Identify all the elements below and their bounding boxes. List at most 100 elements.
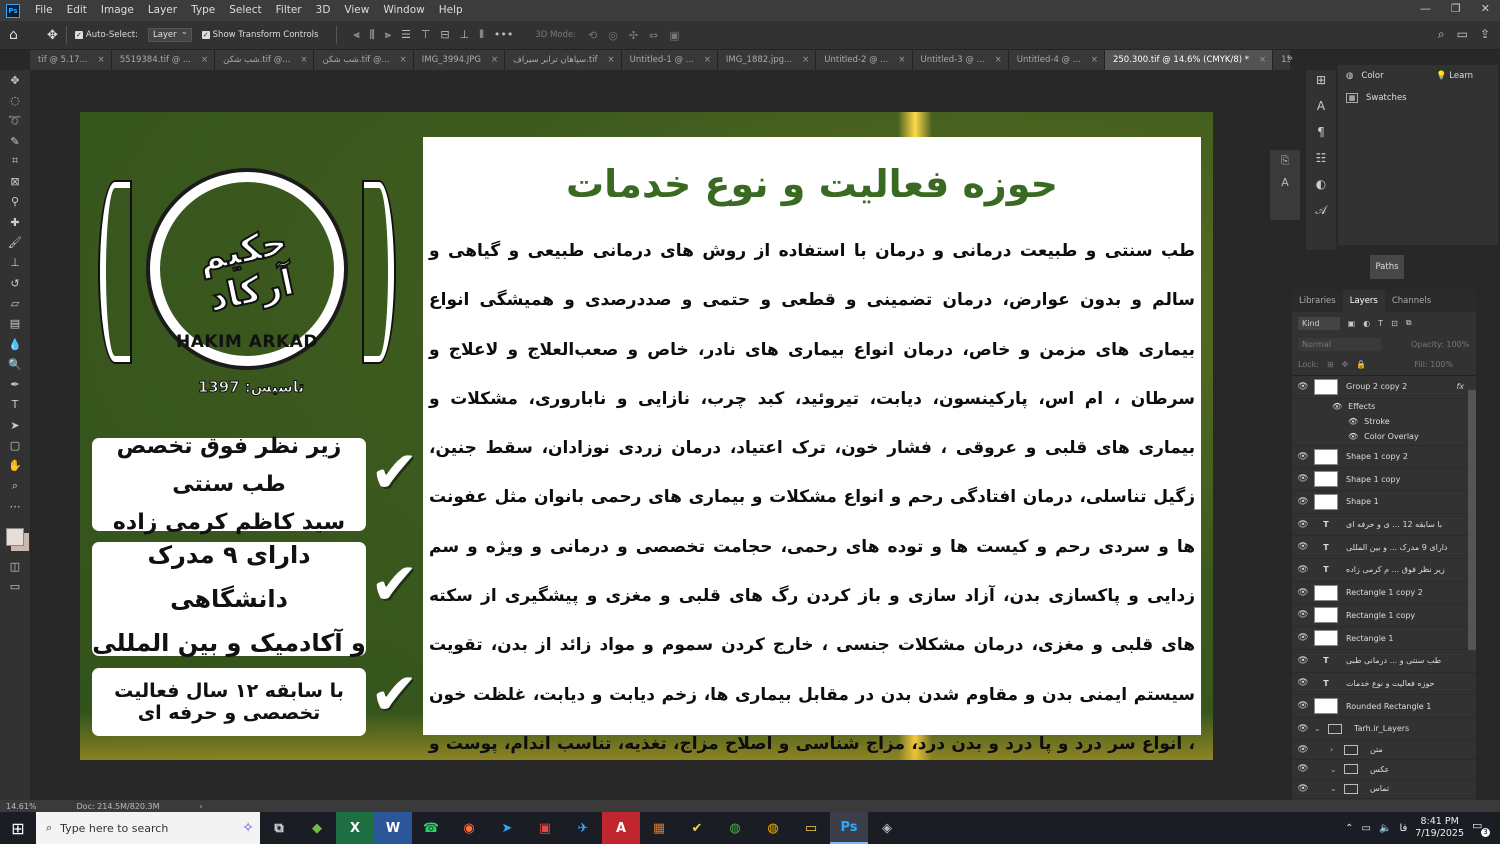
layer-row[interactable]: 👁 T با سابقه 12 ... ی و حرفه ای <box>1292 514 1476 537</box>
quick-select-tool-icon[interactable]: ✎ <box>0 131 30 151</box>
edit-toolbar-icon[interactable]: ⋯ <box>0 496 30 516</box>
layer-group-row[interactable]: 👁 ⌄ Tarh.ir_Layers <box>1292 718 1476 741</box>
close-icon[interactable]: × <box>1091 50 1098 70</box>
lock-all-icon[interactable]: 🔒 <box>1356 360 1366 369</box>
close-icon[interactable]: × <box>898 50 905 70</box>
search-icon[interactable]: ⌕ <box>1438 27 1445 42</box>
close-icon[interactable]: × <box>802 50 809 70</box>
align-center-icon[interactable]: ⫼ <box>370 28 375 42</box>
layer-group-row[interactable]: 👁 › متن <box>1292 741 1476 761</box>
doc-tab[interactable]: Untitled-4 @ ... × <box>1008 50 1105 70</box>
layer-row[interactable]: 👁 Group 2 copy 2 fx <box>1292 376 1476 399</box>
3d-scale-icon[interactable]: ▣ <box>669 29 679 42</box>
menu-filter[interactable]: Filter <box>269 0 309 21</box>
doc-tab[interactable]: شب شکن.tif @... × <box>314 50 414 70</box>
eye-icon[interactable]: 👁 <box>1348 417 1358 426</box>
taskbar-search[interactable]: ⌕ Type here to search ✧ <box>36 812 260 844</box>
gradient-tool-icon[interactable]: ▤ <box>0 314 30 334</box>
close-icon[interactable]: × <box>300 50 307 70</box>
close-icon[interactable]: × <box>491 50 498 70</box>
visibility-eye-icon[interactable]: 👁 <box>1292 520 1314 530</box>
layer-row[interactable]: 👁 Shape 1 copy <box>1292 468 1476 492</box>
layer-row[interactable]: 👁 Rounded Rectangle 1 <box>1292 695 1476 718</box>
shape-tool-icon[interactable]: ▢ <box>0 435 30 455</box>
glyphs-icon[interactable]: 𝒜 <box>1315 200 1326 220</box>
visibility-eye-icon[interactable]: 👁 <box>1292 724 1314 734</box>
auto-select-checkbox[interactable]: ✓ Auto-Select: <box>74 30 138 40</box>
paths-panel-tab[interactable]: Paths <box>1370 255 1404 279</box>
visibility-eye-icon[interactable]: 👁 <box>1292 382 1314 392</box>
close-icon[interactable]: × <box>1259 50 1266 70</box>
app-icon[interactable]: ✔ <box>678 812 716 844</box>
distribute-icon[interactable]: ☰ <box>401 28 411 42</box>
screen-mode-icon[interactable]: ▭ <box>0 577 30 597</box>
menu-3d[interactable]: 3D <box>309 0 338 21</box>
fx-icon[interactable]: fx <box>1456 382 1464 391</box>
chevron-right-icon[interactable]: › <box>1330 745 1340 754</box>
dodge-tool-icon[interactable]: 🔍 <box>0 354 30 374</box>
tab-channels[interactable]: Channels <box>1385 290 1438 312</box>
visibility-eye-icon[interactable]: 👁 <box>1292 784 1314 794</box>
share-icon[interactable]: ⇪ <box>1480 27 1490 42</box>
tab-libraries[interactable]: Libraries <box>1292 290 1343 312</box>
path-select-tool-icon[interactable]: ➤ <box>0 415 30 435</box>
photoshop-icon[interactable]: Ps <box>830 812 868 844</box>
doc-tab[interactable]: IMG_1882.jpg... × <box>717 50 817 70</box>
layer-row[interactable]: 👁 T طب سنتی و ... درمانی طبی <box>1292 650 1476 673</box>
frame-tool-icon[interactable]: ⊠ <box>0 171 30 191</box>
3d-slide-icon[interactable]: ⇔ <box>649 29 658 42</box>
doc-tab[interactable]: سپاهان ترابر سیراف.tif × <box>505 50 622 70</box>
layers-scrollbar[interactable] <box>1468 390 1476 650</box>
home-icon[interactable]: ⌂ <box>9 27 33 43</box>
close-icon[interactable]: × <box>995 50 1002 70</box>
layer-row[interactable]: 👁 T زیر نظر فوق ... م کرمی زاده <box>1292 559 1476 582</box>
marquee-tool-icon[interactable]: ◌ <box>0 90 30 110</box>
menu-file[interactable]: File <box>28 0 60 21</box>
file-explorer-icon[interactable]: ▭ <box>792 812 830 844</box>
3d-roll-icon[interactable]: ◎ <box>608 29 618 42</box>
menu-layer[interactable]: Layer <box>141 0 184 21</box>
eye-icon[interactable]: 👁 <box>1332 402 1342 411</box>
layer-row[interactable]: 👁 Rectangle 1 <box>1292 627 1476 650</box>
visibility-eye-icon[interactable]: 👁 <box>1292 542 1314 552</box>
filter-shape-icon[interactable]: ⊡ <box>1391 319 1398 328</box>
align-left-icon[interactable]: ⫷ <box>353 28 359 42</box>
menu-select[interactable]: Select <box>222 0 268 21</box>
doc-tab[interactable]: IMG_3994.JPG × <box>413 50 506 70</box>
clone-stamp-tool-icon[interactable]: ⊥ <box>0 253 30 273</box>
layer-row[interactable]: 👁 Shape 1 <box>1292 491 1476 514</box>
history-icon[interactable]: ⎘ <box>1270 150 1300 172</box>
tabs-overflow-icon[interactable]: » <box>1287 53 1293 64</box>
visibility-eye-icon[interactable]: 👁 <box>1292 452 1314 462</box>
layer-kind-filter[interactable]: Kind <box>1298 316 1340 330</box>
visibility-eye-icon[interactable]: 👁 <box>1292 656 1314 666</box>
doc-tab[interactable]: شب شکن.tif @... × <box>215 50 315 70</box>
healing-brush-tool-icon[interactable]: ✚ <box>0 212 30 232</box>
app-icon[interactable]: ✈ <box>564 812 602 844</box>
windows-start-icon[interactable]: ⊞ <box>0 819 36 838</box>
volume-icon[interactable]: 🔈 <box>1379 823 1391 834</box>
filter-adjust-icon[interactable]: ◐ <box>1363 319 1370 328</box>
distribute-vertical-icon[interactable]: ⫴ <box>479 28 484 42</box>
minimize-button[interactable]: — <box>1420 0 1431 18</box>
3d-orbit-icon[interactable]: ⟲ <box>588 29 597 42</box>
character-icon[interactable]: A <box>1317 96 1325 116</box>
doc-tab[interactable]: tif @ 5.17... × <box>30 50 112 70</box>
lasso-tool-icon[interactable]: ➰ <box>0 111 30 131</box>
type-tool-icon[interactable]: T <box>0 395 30 415</box>
crop-tool-icon[interactable]: ⌗ <box>0 151 30 171</box>
zoom-tool-icon[interactable]: ⌕ <box>0 476 30 496</box>
layer-row[interactable]: 👁 Rectangle 1 copy <box>1292 605 1476 628</box>
firefox-icon[interactable]: ◉ <box>450 812 488 844</box>
layer-row[interactable]: 👁 T دارای 9 مدرک ... و بین المللی <box>1292 536 1476 560</box>
layer-row[interactable]: 👁 Rectangle 1 copy 2 <box>1292 582 1476 605</box>
visibility-eye-icon[interactable]: 👁 <box>1292 745 1314 755</box>
visibility-eye-icon[interactable]: 👁 <box>1292 678 1314 688</box>
align-right-icon[interactable]: ⫸ <box>385 28 391 42</box>
visibility-eye-icon[interactable]: 👁 <box>1292 701 1314 711</box>
photoshop-logo-icon[interactable]: Ps <box>6 3 20 18</box>
adjustments-icon[interactable]: ☷ <box>1316 148 1327 168</box>
close-icon[interactable]: × <box>201 50 208 70</box>
visibility-eye-icon[interactable]: 👁 <box>1292 633 1314 643</box>
layer-effect-row[interactable]: 👁 Color Overlay <box>1292 429 1476 446</box>
